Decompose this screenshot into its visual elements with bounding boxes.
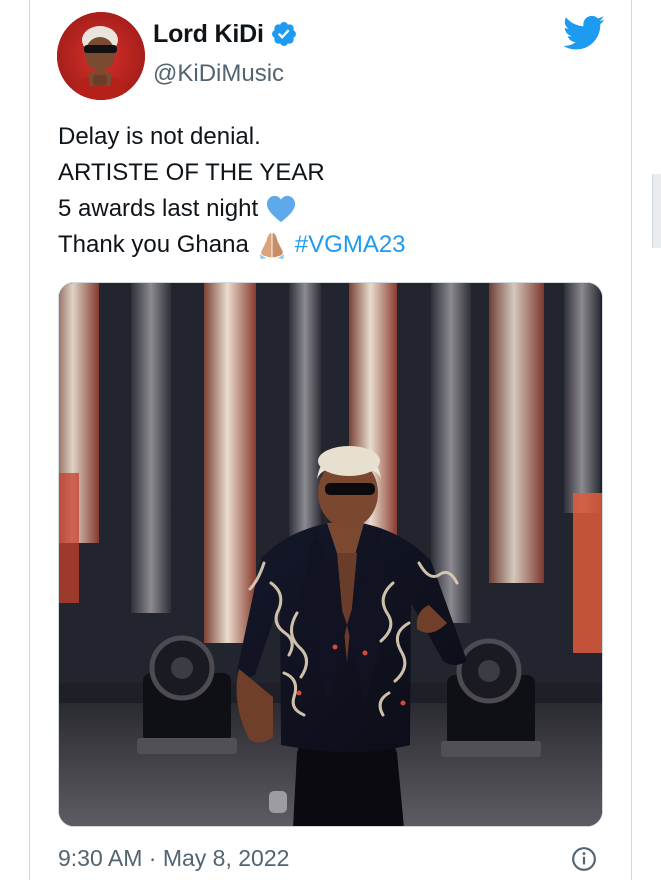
hashtag-link[interactable]: #VGMA23 xyxy=(295,227,406,263)
avatar-image xyxy=(57,12,145,100)
author-avatar[interactable] xyxy=(57,12,145,100)
tweet-line-text: Thank you Ghana xyxy=(58,231,249,258)
tweet-line-text: ARTISTE OF THE YEAR xyxy=(58,159,325,186)
verified-badge-icon xyxy=(271,22,296,46)
tweet-photo[interactable] xyxy=(58,282,603,827)
tweet-line: Thank you Ghana #VGMA23 xyxy=(58,227,598,263)
author-name[interactable]: Lord KiDi xyxy=(153,19,264,49)
tweet-line-text: Delay is not denial. xyxy=(58,123,261,150)
tweet-line: Delay is not denial. xyxy=(58,119,598,155)
twitter-bird-icon[interactable] xyxy=(563,15,605,51)
info-icon[interactable] xyxy=(571,846,597,872)
folded-hands-icon xyxy=(259,232,284,260)
tweet-line-text: 5 awards last night xyxy=(58,195,259,222)
tweet-embed-page: Lord KiDi @KiDiMusic Delay is not denial… xyxy=(0,0,661,880)
blue-heart-icon xyxy=(267,195,296,223)
author-handle[interactable]: @KiDiMusic xyxy=(153,59,284,89)
tweet-timestamp[interactable]: 9:30 AM · May 8, 2022 xyxy=(58,843,289,873)
tweet-text: Delay is not denial. ARTISTE OF THE YEAR… xyxy=(58,119,598,263)
tweet-line: ARTISTE OF THE YEAR xyxy=(58,155,598,191)
adjacent-card-edge xyxy=(652,174,661,248)
author-name-row[interactable]: Lord KiDi xyxy=(153,19,298,49)
tweet-line: 5 awards last night xyxy=(58,191,598,227)
stage-performer-image xyxy=(59,283,602,826)
